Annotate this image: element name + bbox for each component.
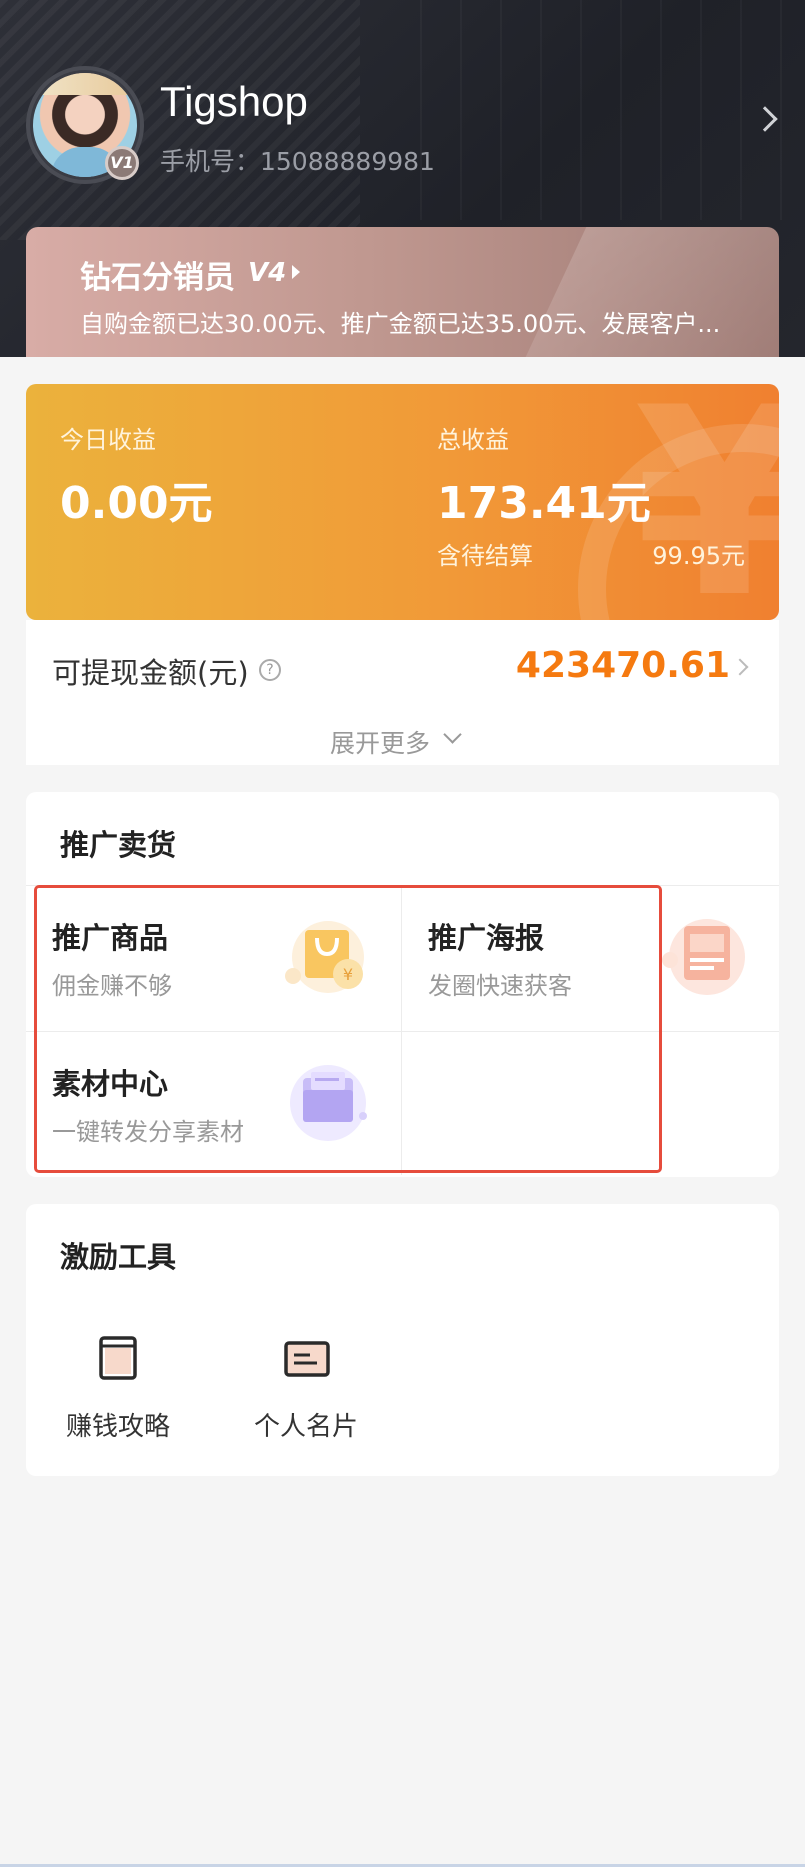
vip-title: 钻石分销员 bbox=[80, 260, 235, 296]
tool-money-guide-label[interactable]: 赚钱攻略 bbox=[66, 1406, 170, 1443]
pending-label: 含待结算 bbox=[437, 542, 533, 570]
today-earnings-value: 0.00元 bbox=[60, 478, 213, 529]
tool-business-card-label[interactable]: 个人名片 bbox=[254, 1406, 358, 1443]
help-icon[interactable]: ? bbox=[259, 659, 281, 681]
card-icon[interactable] bbox=[283, 1340, 331, 1378]
phone-number: 手机号：15088889981 bbox=[160, 147, 435, 176]
expand-more-button[interactable]: 展开更多 bbox=[330, 724, 430, 760]
pending-value: 99.95元 bbox=[652, 542, 745, 570]
today-earnings-label: 今日收益 bbox=[60, 426, 156, 454]
withdraw-amount[interactable]: 423470.61 bbox=[500, 645, 730, 686]
header-pattern-lines bbox=[420, 0, 805, 220]
vip-description: 自购金额已达30.00元、推广金额已达35.00元、发展客户... bbox=[80, 310, 721, 338]
book-icon[interactable] bbox=[97, 1334, 141, 1382]
withdraw-label: 可提现金额(元) bbox=[52, 656, 249, 690]
level-badge: V1 bbox=[105, 146, 139, 180]
incentive-tools-title: 激励工具 bbox=[60, 1240, 177, 1274]
poster-icon[interactable] bbox=[662, 912, 752, 1002]
yen-icon: ¥ bbox=[634, 384, 779, 620]
promotion-title: 推广卖货 bbox=[60, 828, 177, 862]
vip-level: V4 bbox=[248, 258, 287, 288]
username[interactable]: Tigshop bbox=[160, 78, 308, 126]
highlight-box bbox=[34, 885, 662, 1173]
caret-right-icon[interactable] bbox=[292, 265, 300, 279]
total-earnings-value: 173.41元 bbox=[437, 478, 651, 529]
total-earnings-label: 总收益 bbox=[437, 426, 509, 454]
